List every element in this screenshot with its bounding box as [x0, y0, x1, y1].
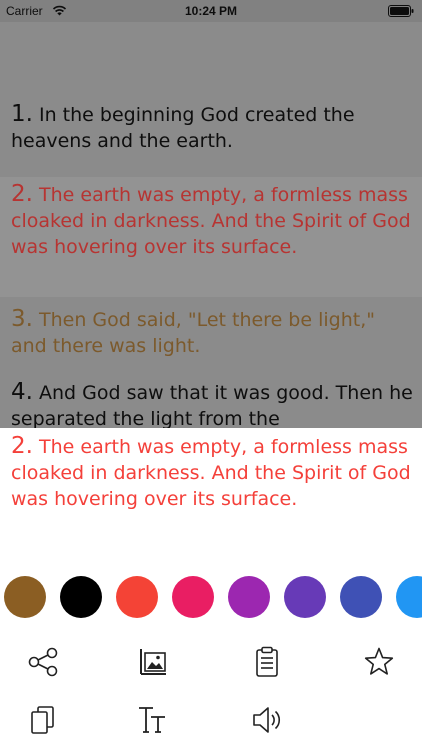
verse-text: Then God said, "Let there be light," and…: [11, 309, 375, 357]
color-swatch-red[interactable]: [116, 576, 158, 618]
verse-text: And God saw that it was good. Then he se…: [11, 382, 413, 428]
share-icon: [28, 647, 58, 677]
color-palette: [0, 576, 422, 620]
color-swatch-deep-purple[interactable]: [284, 576, 326, 618]
color-swatch-blue[interactable]: [396, 576, 422, 618]
verse-preview: 2. The earth was empty, a formless mass …: [0, 433, 422, 512]
color-swatch-black[interactable]: [60, 576, 102, 618]
image-share-button[interactable]: [135, 644, 171, 680]
verse-3[interactable]: 3. Then God said, "Let there be light," …: [0, 306, 422, 359]
verse-number: 2.: [11, 181, 33, 207]
verse-text: In the beginning God created the heavens…: [11, 104, 355, 152]
verse-number: 3.: [11, 306, 33, 332]
notes-button[interactable]: [249, 644, 285, 680]
color-swatch-brown[interactable]: [4, 576, 46, 618]
verse-4[interactable]: 4. And God saw that it was good. Then he…: [0, 379, 422, 428]
copy-icon: [31, 706, 54, 734]
speaker-icon: [253, 707, 280, 733]
highlight-sheet: 2. The earth was empty, a formless mass …: [0, 428, 422, 750]
status-time: 10:24 PM: [184, 4, 238, 18]
text-size-button[interactable]: [135, 702, 171, 738]
bookmark-button[interactable]: [361, 644, 397, 680]
copy-button[interactable]: [25, 702, 61, 738]
color-swatch-purple[interactable]: [228, 576, 270, 618]
verse-reader: 1. In the beginning God created the heav…: [0, 22, 422, 428]
verse-text: The earth was empty, a formless mass clo…: [11, 184, 411, 258]
color-swatch-indigo[interactable]: [340, 576, 382, 618]
share-button[interactable]: [25, 644, 61, 680]
verse-1[interactable]: 1. In the beginning God created the heav…: [0, 101, 422, 154]
verse-2-selected[interactable]: 2. The earth was empty, a formless mass …: [0, 177, 422, 297]
clipboard-icon: [256, 646, 278, 677]
read-aloud-button[interactable]: [249, 702, 285, 738]
verse-number: 4.: [11, 379, 33, 405]
image-icon: [140, 649, 166, 675]
preview-verse-text: The earth was empty, a formless mass clo…: [11, 436, 411, 510]
text-size-icon: [139, 707, 165, 733]
star-icon: [364, 647, 394, 675]
status-bar: Carrier 10:24 PM: [0, 0, 422, 22]
preview-verse-number: 2.: [11, 433, 33, 459]
verse-number: 1.: [11, 101, 33, 127]
battery-icon: [388, 5, 414, 17]
color-swatch-pink[interactable]: [172, 576, 214, 618]
